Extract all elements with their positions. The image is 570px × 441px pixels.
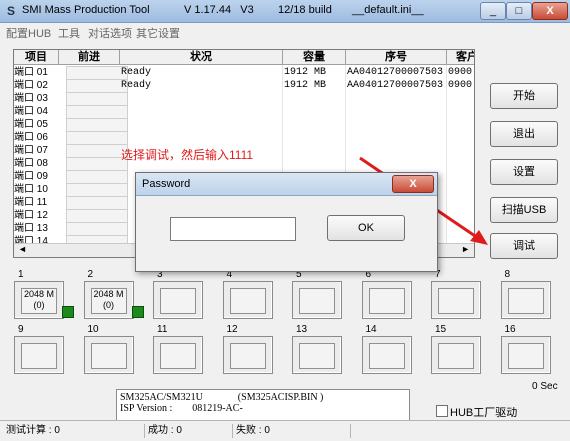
- password-dialog: Password X OK: [135, 172, 438, 272]
- arrow-head-icon: [470, 230, 488, 245]
- dialog-title: Password: [142, 178, 191, 190]
- main-window: S SMI Mass Production Tool V 1.17.44 V3 …: [0, 0, 570, 441]
- ok-button[interactable]: OK: [327, 215, 405, 241]
- dialog-title-bar: Password X: [136, 173, 437, 196]
- dialog-close-button[interactable]: X: [392, 175, 434, 193]
- password-input[interactable]: [170, 217, 296, 241]
